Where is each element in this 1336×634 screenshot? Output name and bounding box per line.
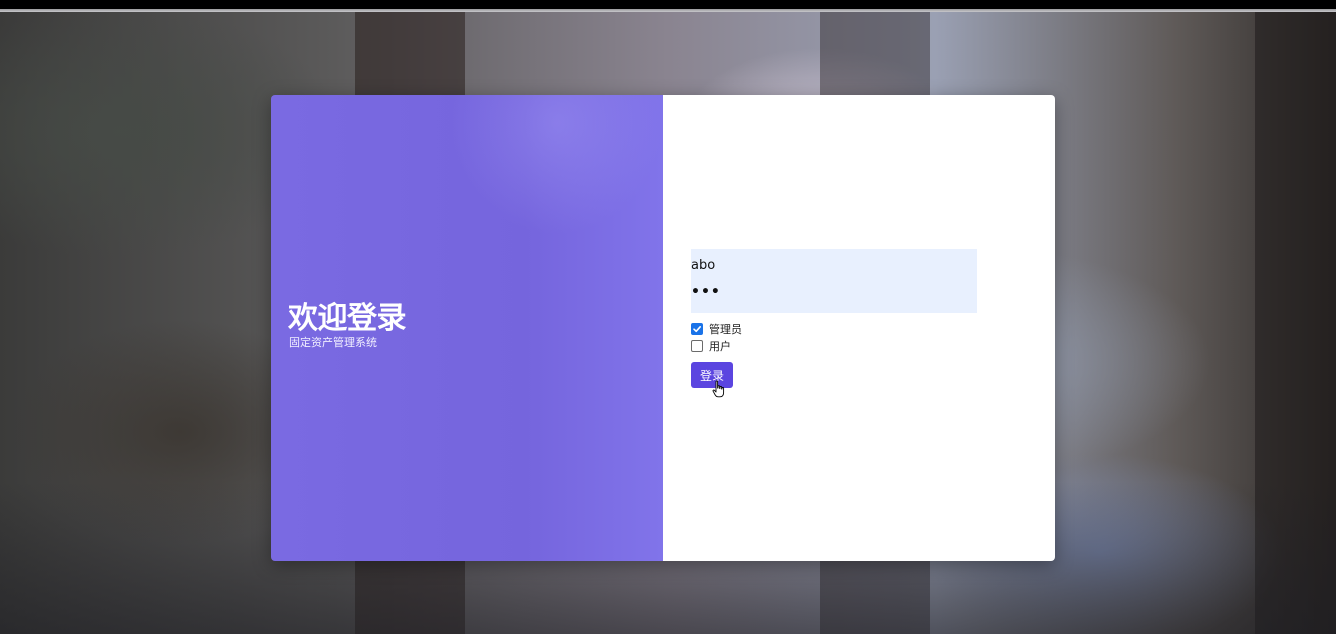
login-form-panel: ••• 管理员 用户 登录: [663, 95, 1055, 561]
user-checkbox[interactable]: [691, 340, 703, 352]
role-option-admin[interactable]: 管理员: [691, 321, 742, 337]
system-subtitle: 固定资产管理系统: [289, 336, 377, 349]
window-top-edge: [0, 0, 1336, 12]
credential-fields: •••: [691, 249, 977, 313]
admin-checkbox[interactable]: [691, 323, 703, 335]
checkmark-icon: [693, 326, 701, 333]
admin-label: 管理员: [709, 323, 742, 336]
welcome-title: 欢迎登录: [288, 301, 407, 336]
welcome-panel: 欢迎登录 固定资产管理系统: [271, 95, 663, 561]
panel-highlight: [451, 95, 663, 235]
hand-pointer-cursor-icon: [712, 380, 725, 398]
login-card: 欢迎登录 固定资产管理系统 ••• 管理员 用户 登录: [271, 95, 1055, 561]
role-option-user[interactable]: 用户: [691, 338, 731, 354]
password-input[interactable]: •••: [691, 284, 977, 308]
user-label: 用户: [709, 340, 731, 353]
username-input[interactable]: [691, 253, 977, 277]
